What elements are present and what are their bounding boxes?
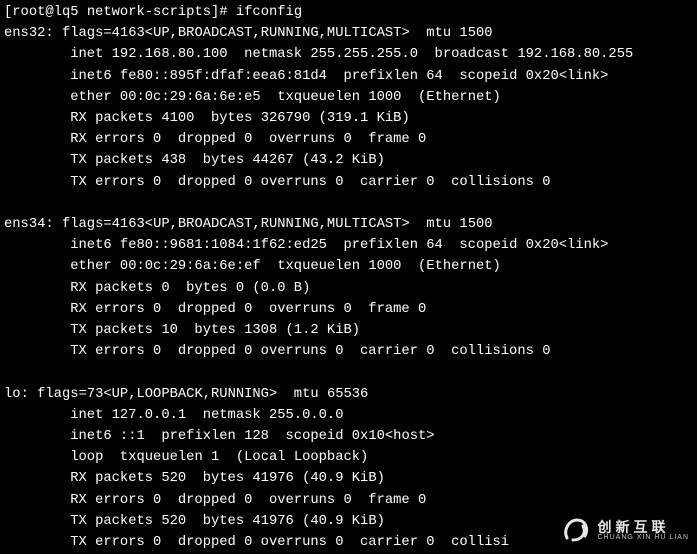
watermark-text-cn: 创新互联 — [597, 520, 689, 534]
watermark-text-en: CHUANG XIN HU LIAN — [597, 534, 689, 541]
watermark: 创新互联 CHUANG XIN HU LIAN — [561, 516, 689, 544]
prompt-user: root — [12, 5, 45, 20]
if-name: ens34 — [4, 217, 45, 232]
terminal-output: [root@lq5 network-scripts]# ifconfig ens… — [0, 0, 697, 554]
watermark-logo-icon — [561, 516, 591, 544]
prompt-cwd: network-scripts — [87, 5, 211, 20]
command: ifconfig — [236, 5, 302, 20]
if-name: ens32 — [4, 26, 45, 41]
prompt-host: lq5 — [54, 5, 79, 20]
prompt-symbol: # — [219, 5, 227, 20]
if-name: lo — [4, 387, 21, 402]
